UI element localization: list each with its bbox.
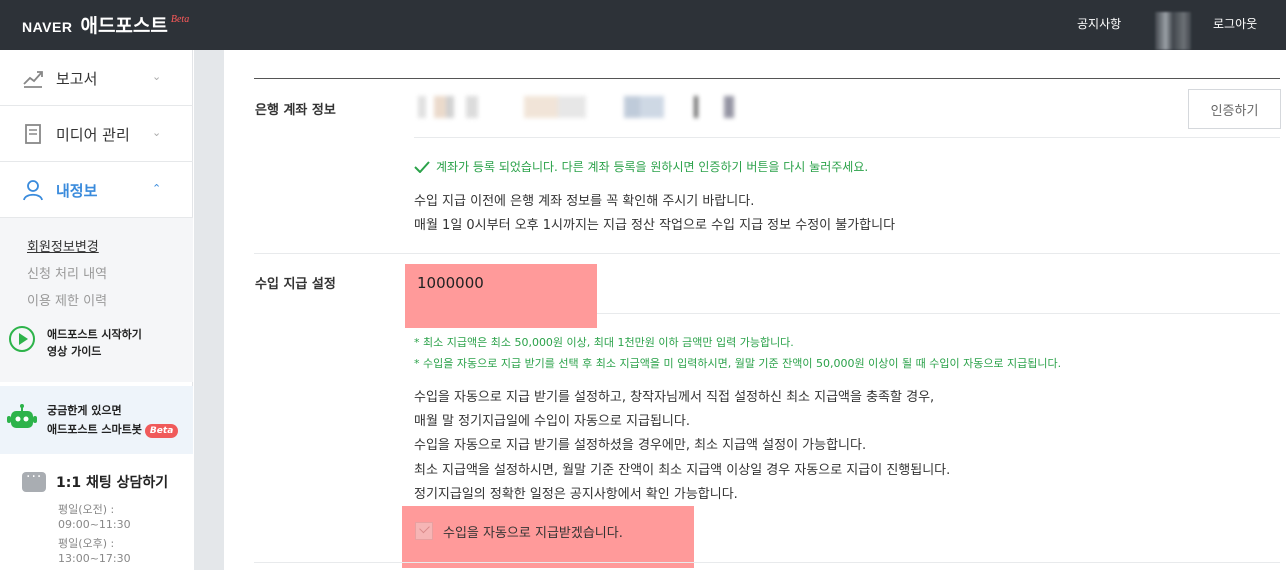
verify-button[interactable]: 인증하기	[1188, 89, 1281, 129]
payout-label: 수입 지급 설정	[255, 277, 336, 292]
divider	[414, 137, 1280, 138]
auto-payout-label[interactable]: 수입을 자동으로 지급받겠습니다.	[443, 522, 623, 541]
sidebar-item-media[interactable]: 미디어 관리 ⌄	[0, 106, 193, 162]
chat-hours: 13:00~17:30	[58, 552, 131, 565]
bot-line: 애드포스트 스마트봇	[47, 423, 142, 436]
payout-desc: 최소 지급액을 설정하시면, 월말 기준 잔액이 최소 지급액 이상일 경우 자…	[414, 463, 951, 478]
sidebar-item-label: 보고서	[56, 70, 98, 88]
check-icon	[414, 160, 430, 173]
payout-note: * 최소 지급액은 최소 50,000원 이상, 최대 1천만원 이하 금액만 …	[414, 336, 794, 349]
chat-hours: 09:00~11:30	[58, 518, 131, 531]
video-guide-link[interactable]: 애드포스트 시작하기 영상 가이드	[0, 312, 193, 382]
bank-info-text: 수입 지급 이전에 은행 계좌 정보를 꼭 확인해 주시기 바랍니다.	[414, 194, 755, 209]
chat-hours: 평일(오전) :	[58, 503, 115, 516]
top-bar: NAVER 애드포스트 Beta 공지사항 로그아웃	[0, 0, 1286, 50]
payout-note: * 수입을 자동으로 지급 받기를 선택 후 최소 지급액을 미 입력하시면, …	[414, 357, 1062, 370]
user-icon	[23, 180, 43, 201]
chat-hours: 평일(오후) :	[58, 537, 115, 550]
divider	[254, 253, 1280, 254]
main-content: 은행 계좌 정보 인증하기 계좌가 등록 되었습니다. 다른 계좌 등록을 원하…	[224, 50, 1286, 570]
sidebar: 보고서 ⌄ 미디어 관리 ⌄ 내정보 ⌃ 회원정보변경 신청 처리 내역 이용 …	[0, 50, 193, 570]
min-payout-value: 1000000	[417, 274, 484, 292]
gutter	[194, 50, 224, 570]
smartbot-link[interactable]: 궁금한게 있으면 애드포스트 스마트봇 Beta	[0, 386, 193, 454]
brand-logo[interactable]: NAVER 애드포스트 Beta	[22, 11, 189, 38]
beta-label: Beta	[170, 14, 190, 25]
auto-payout-checkbox[interactable]	[415, 522, 433, 540]
divider	[254, 562, 1280, 563]
sidebar-item-report[interactable]: 보고서 ⌄	[0, 50, 193, 106]
bank-account-masked	[418, 96, 748, 118]
chevron-down-icon: ⌄	[152, 126, 162, 139]
chevron-up-icon: ⌃	[152, 182, 162, 195]
divider	[254, 78, 1280, 79]
sidebar-item-label: 내정보	[56, 182, 98, 200]
submenu-member-edit[interactable]: 회원정보변경	[27, 236, 99, 255]
guide-line: 애드포스트 시작하기	[47, 328, 142, 341]
success-message: 계좌가 등록 되었습니다. 다른 계좌 등록을 원하시면 인증하기 버튼을 다시…	[414, 158, 868, 175]
avatar[interactable]	[1155, 12, 1191, 50]
bank-info-text: 매월 1일 0시부터 오후 1시까지는 지급 정산 작업으로 수입 지급 정보 …	[414, 218, 896, 233]
play-icon	[9, 326, 35, 352]
chevron-down-icon: ⌄	[152, 70, 162, 83]
submenu-restriction-history[interactable]: 이용 제한 이력	[27, 290, 107, 309]
payout-desc: 수입을 자동으로 지급 받기를 설정하셨을 경우에만, 최소 지급액 설정이 가…	[414, 438, 867, 453]
chart-line-icon	[23, 71, 43, 88]
notice-link[interactable]: 공지사항	[1077, 15, 1121, 32]
guide-line: 영상 가이드	[47, 345, 102, 358]
bot-line: 궁금한게 있으면	[47, 404, 122, 417]
naver-logo: NAVER	[22, 19, 73, 35]
success-text: 계좌가 등록 되었습니다. 다른 계좌 등록을 원하시면 인증하기 버튼을 다시…	[436, 160, 869, 174]
beta-badge: Beta	[144, 424, 179, 438]
chat-bubble-icon	[22, 469, 46, 492]
sidebar-item-label: 미디어 관리	[56, 126, 130, 144]
payout-desc: 매월 말 정기지급일에 수입이 자동으로 지급됩니다.	[414, 414, 690, 429]
logout-link[interactable]: 로그아웃	[1213, 15, 1257, 32]
app-name: 애드포스트	[80, 15, 168, 37]
chat-title: 1:1 채팅 상담하기	[56, 475, 169, 491]
bank-label: 은행 계좌 정보	[255, 103, 336, 118]
payout-desc: 수입을 자동으로 지급 받기를 설정하고, 창작자님께서 직접 설정하신 최소 …	[414, 390, 935, 405]
chat-consult[interactable]: 1:1 채팅 상담하기 평일(오전) : 09:00~11:30 평일(오후) …	[0, 454, 193, 570]
sidebar-item-myinfo[interactable]: 내정보 ⌃	[0, 162, 193, 218]
submenu-request-history[interactable]: 신청 처리 내역	[27, 263, 107, 282]
payout-desc: 정기지급일의 정확한 일정은 공지사항에서 확인 가능합니다.	[414, 487, 738, 502]
robot-icon	[7, 404, 37, 428]
document-icon	[25, 124, 41, 144]
divider	[597, 313, 1280, 314]
